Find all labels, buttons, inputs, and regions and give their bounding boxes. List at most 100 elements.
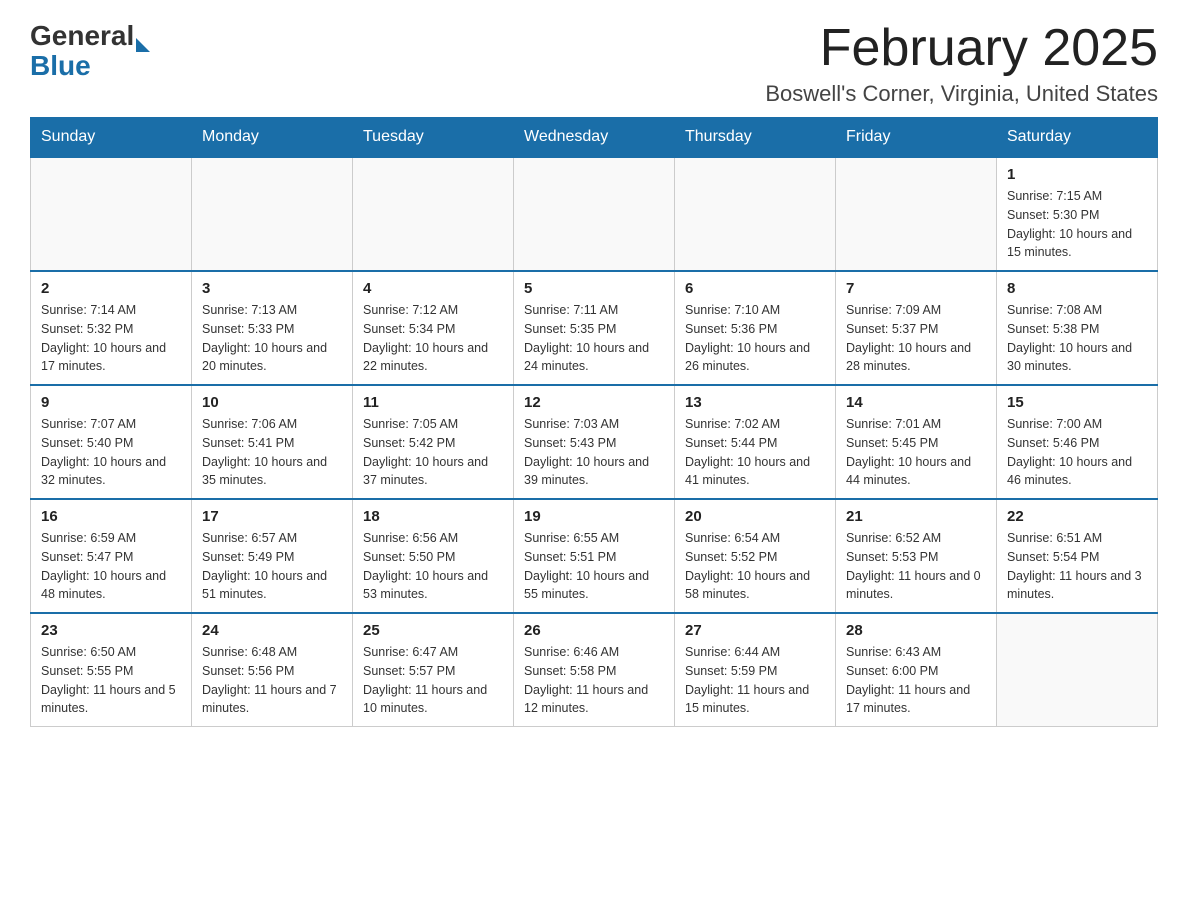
day-number: 12 xyxy=(524,394,664,411)
calendar-day-cell xyxy=(836,157,997,271)
day-number: 23 xyxy=(41,622,181,639)
day-info: Sunrise: 6:54 AMSunset: 5:52 PMDaylight:… xyxy=(685,529,825,604)
day-info: Sunrise: 6:47 AMSunset: 5:57 PMDaylight:… xyxy=(363,643,503,718)
day-number: 9 xyxy=(41,394,181,411)
calendar-header-saturday: Saturday xyxy=(997,118,1158,158)
location-subtitle: Boswell's Corner, Virginia, United State… xyxy=(765,81,1158,107)
calendar-week-row: 1 Sunrise: 7:15 AMSunset: 5:30 PMDaylight… xyxy=(31,157,1158,271)
calendar-day-cell: 6 Sunrise: 7:10 AMSunset: 5:36 PMDaylight… xyxy=(675,271,836,385)
calendar-header-row: SundayMondayTuesdayWednesdayThursdayFrid… xyxy=(31,118,1158,158)
day-number: 21 xyxy=(846,508,986,525)
day-number: 5 xyxy=(524,280,664,297)
calendar-day-cell: 21 Sunrise: 6:52 AMSunset: 5:53 PMDayligh… xyxy=(836,499,997,613)
calendar-day-cell: 23 Sunrise: 6:50 AMSunset: 5:55 PMDayligh… xyxy=(31,613,192,727)
calendar-week-row: 23 Sunrise: 6:50 AMSunset: 5:55 PMDayligh… xyxy=(31,613,1158,727)
logo: General Blue xyxy=(30,20,150,80)
calendar-header-sunday: Sunday xyxy=(31,118,192,158)
calendar-table: SundayMondayTuesdayWednesdayThursdayFrid… xyxy=(30,117,1158,727)
day-info: Sunrise: 7:10 AMSunset: 5:36 PMDaylight:… xyxy=(685,301,825,376)
day-info: Sunrise: 7:05 AMSunset: 5:42 PMDaylight:… xyxy=(363,415,503,490)
day-number: 24 xyxy=(202,622,342,639)
calendar-day-cell: 12 Sunrise: 7:03 AMSunset: 5:43 PMDayligh… xyxy=(514,385,675,499)
day-number: 27 xyxy=(685,622,825,639)
calendar-day-cell: 18 Sunrise: 6:56 AMSunset: 5:50 PMDayligh… xyxy=(353,499,514,613)
calendar-day-cell xyxy=(353,157,514,271)
day-info: Sunrise: 7:09 AMSunset: 5:37 PMDaylight:… xyxy=(846,301,986,376)
calendar-day-cell xyxy=(31,157,192,271)
calendar-day-cell xyxy=(997,613,1158,727)
day-info: Sunrise: 7:12 AMSunset: 5:34 PMDaylight:… xyxy=(363,301,503,376)
day-number: 19 xyxy=(524,508,664,525)
day-number: 28 xyxy=(846,622,986,639)
calendar-header-tuesday: Tuesday xyxy=(353,118,514,158)
calendar-week-row: 2 Sunrise: 7:14 AMSunset: 5:32 PMDaylight… xyxy=(31,271,1158,385)
calendar-day-cell: 26Sunrise: 6:46 AMSunset: 5:58 PMDayligh… xyxy=(514,613,675,727)
calendar-title-block: February 2025 Boswell's Corner, Virginia… xyxy=(765,20,1158,107)
calendar-day-cell: 4 Sunrise: 7:12 AMSunset: 5:34 PMDaylight… xyxy=(353,271,514,385)
calendar-day-cell: 14 Sunrise: 7:01 AMSunset: 5:45 PMDayligh… xyxy=(836,385,997,499)
day-info: Sunrise: 7:14 AMSunset: 5:32 PMDaylight:… xyxy=(41,301,181,376)
day-info: Sunrise: 6:56 AMSunset: 5:50 PMDaylight:… xyxy=(363,529,503,604)
day-info: Sunrise: 7:15 AMSunset: 5:30 PMDaylight:… xyxy=(1007,187,1147,262)
calendar-day-cell: 24 Sunrise: 6:48 AMSunset: 5:56 PMDayligh… xyxy=(192,613,353,727)
calendar-header-wednesday: Wednesday xyxy=(514,118,675,158)
calendar-day-cell: 3 Sunrise: 7:13 AMSunset: 5:33 PMDaylight… xyxy=(192,271,353,385)
day-number: 8 xyxy=(1007,280,1147,297)
day-info: Sunrise: 7:13 AMSunset: 5:33 PMDaylight:… xyxy=(202,301,342,376)
day-number: 18 xyxy=(363,508,503,525)
day-info: Sunrise: 6:48 AMSunset: 5:56 PMDaylight:… xyxy=(202,643,342,718)
calendar-day-cell: 15Sunrise: 7:00 AMSunset: 5:46 PMDayligh… xyxy=(997,385,1158,499)
calendar-day-cell: 2 Sunrise: 7:14 AMSunset: 5:32 PMDaylight… xyxy=(31,271,192,385)
calendar-day-cell: 25Sunrise: 6:47 AMSunset: 5:57 PMDayligh… xyxy=(353,613,514,727)
day-info: Sunrise: 7:11 AMSunset: 5:35 PMDaylight:… xyxy=(524,301,664,376)
calendar-header-friday: Friday xyxy=(836,118,997,158)
day-number: 6 xyxy=(685,280,825,297)
day-info: Sunrise: 6:59 AMSunset: 5:47 PMDaylight:… xyxy=(41,529,181,604)
day-info: Sunrise: 6:52 AMSunset: 5:53 PMDaylight:… xyxy=(846,529,986,604)
calendar-day-cell: 22 Sunrise: 6:51 AMSunset: 5:54 PMDayligh… xyxy=(997,499,1158,613)
day-info: Sunrise: 6:51 AMSunset: 5:54 PMDaylight:… xyxy=(1007,529,1147,604)
day-number: 13 xyxy=(685,394,825,411)
day-number: 20 xyxy=(685,508,825,525)
day-number: 1 xyxy=(1007,166,1147,183)
day-info: Sunrise: 6:43 AMSunset: 6:00 PMDaylight:… xyxy=(846,643,986,718)
day-info: Sunrise: 6:44 AMSunset: 5:59 PMDaylight:… xyxy=(685,643,825,718)
calendar-day-cell: 5 Sunrise: 7:11 AMSunset: 5:35 PMDaylight… xyxy=(514,271,675,385)
day-info: Sunrise: 6:55 AMSunset: 5:51 PMDaylight:… xyxy=(524,529,664,604)
calendar-day-cell: 17Sunrise: 6:57 AMSunset: 5:49 PMDayligh… xyxy=(192,499,353,613)
calendar-header-thursday: Thursday xyxy=(675,118,836,158)
calendar-day-cell xyxy=(514,157,675,271)
calendar-day-cell xyxy=(675,157,836,271)
day-info: Sunrise: 6:57 AMSunset: 5:49 PMDaylight:… xyxy=(202,529,342,604)
day-info: Sunrise: 7:02 AMSunset: 5:44 PMDaylight:… xyxy=(685,415,825,490)
day-number: 26 xyxy=(524,622,664,639)
calendar-day-cell: 27 Sunrise: 6:44 AMSunset: 5:59 PMDayligh… xyxy=(675,613,836,727)
calendar-day-cell: 7Sunrise: 7:09 AMSunset: 5:37 PMDaylight… xyxy=(836,271,997,385)
day-number: 4 xyxy=(363,280,503,297)
calendar-day-cell: 16 Sunrise: 6:59 AMSunset: 5:47 PMDayligh… xyxy=(31,499,192,613)
calendar-day-cell xyxy=(192,157,353,271)
day-info: Sunrise: 7:01 AMSunset: 5:45 PMDaylight:… xyxy=(846,415,986,490)
logo-arrow-icon xyxy=(136,38,150,52)
day-number: 14 xyxy=(846,394,986,411)
day-info: Sunrise: 7:06 AMSunset: 5:41 PMDaylight:… xyxy=(202,415,342,490)
day-number: 22 xyxy=(1007,508,1147,525)
calendar-week-row: 16 Sunrise: 6:59 AMSunset: 5:47 PMDayligh… xyxy=(31,499,1158,613)
calendar-day-cell: 20 Sunrise: 6:54 AMSunset: 5:52 PMDayligh… xyxy=(675,499,836,613)
day-info: Sunrise: 7:03 AMSunset: 5:43 PMDaylight:… xyxy=(524,415,664,490)
calendar-week-row: 9Sunrise: 7:07 AMSunset: 5:40 PMDaylight… xyxy=(31,385,1158,499)
month-year-title: February 2025 xyxy=(765,20,1158,77)
day-number: 3 xyxy=(202,280,342,297)
calendar-day-cell: 1 Sunrise: 7:15 AMSunset: 5:30 PMDaylight… xyxy=(997,157,1158,271)
logo-blue-text: Blue xyxy=(30,52,150,80)
day-info: Sunrise: 7:08 AMSunset: 5:38 PMDaylight:… xyxy=(1007,301,1147,376)
calendar-day-cell: 10Sunrise: 7:06 AMSunset: 5:41 PMDayligh… xyxy=(192,385,353,499)
calendar-day-cell: 11 Sunrise: 7:05 AMSunset: 5:42 PMDayligh… xyxy=(353,385,514,499)
day-number: 16 xyxy=(41,508,181,525)
calendar-day-cell: 19 Sunrise: 6:55 AMSunset: 5:51 PMDayligh… xyxy=(514,499,675,613)
calendar-day-cell: 9Sunrise: 7:07 AMSunset: 5:40 PMDaylight… xyxy=(31,385,192,499)
day-info: Sunrise: 6:50 AMSunset: 5:55 PMDaylight:… xyxy=(41,643,181,718)
calendar-day-cell: 8 Sunrise: 7:08 AMSunset: 5:38 PMDaylight… xyxy=(997,271,1158,385)
day-number: 11 xyxy=(363,394,503,411)
day-number: 2 xyxy=(41,280,181,297)
